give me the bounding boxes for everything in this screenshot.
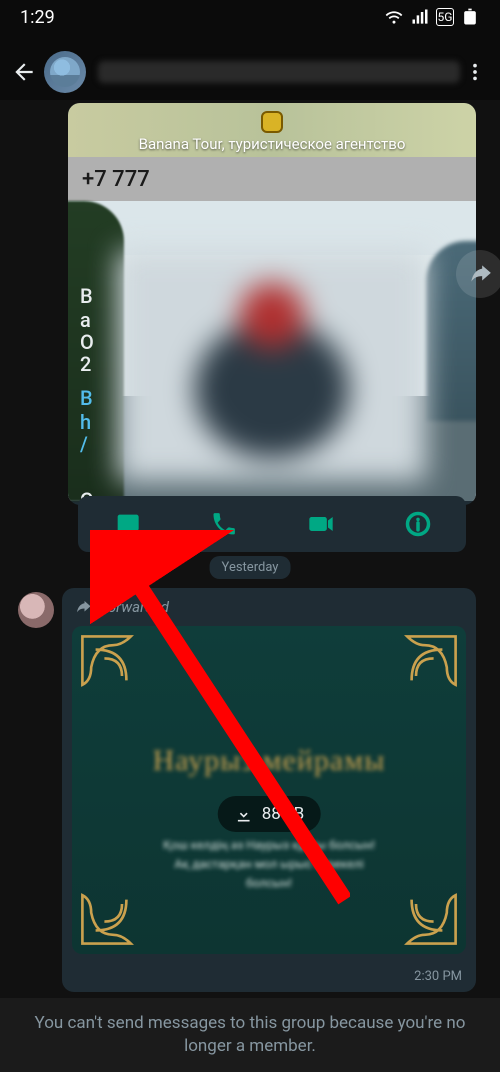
place-name: Banana Tour, туристическое агентство: [139, 135, 406, 153]
image-body-blurred: Қош келдің әз Наурыз құтты болсын!Ақ дас…: [102, 836, 436, 894]
message-contact-card[interactable]: Banana Tour, туристическое агентство +7 …: [68, 103, 476, 505]
battery-icon: [460, 7, 480, 27]
date-separator: Yesterday: [210, 556, 291, 579]
forward-icon: [74, 598, 92, 616]
contact-quick-actions: [78, 496, 466, 552]
chat-avatar[interactable]: [44, 51, 86, 93]
wifi-icon: [384, 7, 404, 27]
download-button[interactable]: 88 kB: [218, 796, 321, 832]
readonly-notice: You can't send messages to this group be…: [0, 998, 500, 1072]
obscured-text: a: [80, 308, 91, 332]
sender-avatar[interactable]: [18, 592, 54, 628]
ornament-icon: [372, 632, 460, 720]
contact-photo[interactable]: [68, 201, 476, 501]
chat-title[interactable]: [98, 61, 460, 83]
obscured-text: B: [80, 386, 93, 410]
obscured-text: h: [80, 410, 91, 434]
video-call-button[interactable]: [301, 504, 341, 544]
voice-call-button[interactable]: [204, 504, 244, 544]
map-preview[interactable]: Banana Tour, туристическое агентство: [68, 103, 476, 157]
message-forwarded-image[interactable]: Forwarded Наурыз мейрамы Қош келдің әз Н…: [62, 588, 476, 992]
phone-row[interactable]: +7 777: [68, 157, 476, 201]
obscured-text: O: [80, 330, 94, 354]
map-pin-icon: [261, 111, 283, 133]
status-time: 1:29: [20, 7, 55, 28]
forward-message-button[interactable]: [456, 250, 500, 298]
signal-icon: [410, 7, 430, 27]
forwarded-label: Forwarded: [62, 588, 476, 622]
status-bar: 1:29 5G: [0, 0, 500, 34]
download-size: 88 kB: [262, 804, 305, 824]
ornament-icon: [78, 632, 166, 720]
obscured-text: B: [80, 284, 93, 308]
sim-icon: 5G: [436, 8, 454, 26]
back-button[interactable]: [10, 58, 38, 86]
image-attachment[interactable]: Наурыз мейрамы Қош келдің әз Наурыз құтт…: [72, 626, 466, 954]
message-time: 2:30 PM: [414, 969, 462, 984]
status-icons: 5G: [384, 7, 480, 27]
obscured-text: 2: [80, 352, 91, 376]
download-icon: [234, 804, 254, 824]
more-menu-button[interactable]: [460, 57, 490, 87]
obscured-text: /: [80, 432, 88, 456]
info-button[interactable]: [398, 504, 438, 544]
chat-area[interactable]: Banana Tour, туристическое агентство +7 …: [0, 100, 500, 998]
message-button[interactable]: [107, 504, 147, 544]
app-bar: [0, 44, 500, 100]
image-headline-blurred: Наурыз мейрамы: [72, 744, 466, 778]
phone-number: +7 777: [82, 167, 150, 192]
